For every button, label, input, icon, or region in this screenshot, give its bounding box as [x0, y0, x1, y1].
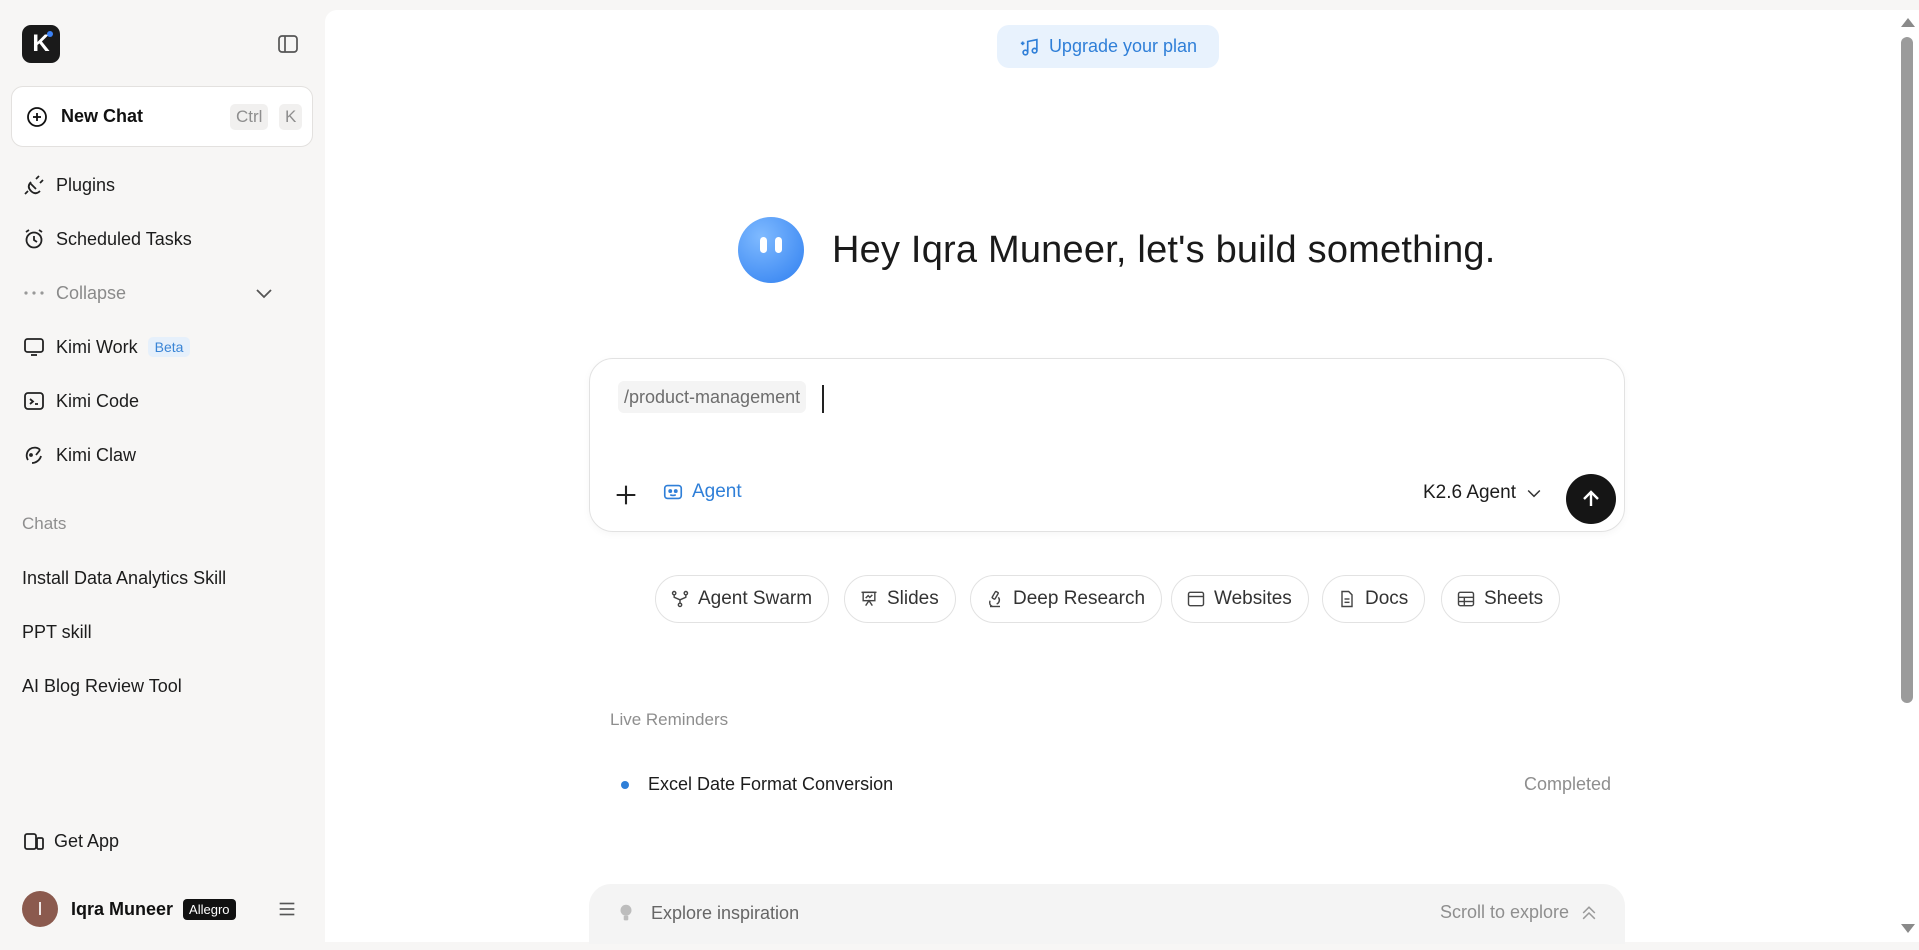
swarm-icon — [671, 590, 689, 608]
scroll-down-arrow-icon[interactable] — [1901, 924, 1915, 933]
music-note-icon — [1020, 38, 1038, 56]
chip-label: Agent Swarm — [698, 588, 813, 609]
reminder-status: Completed — [1523, 774, 1611, 794]
sheets-chip[interactable]: Sheets — [1441, 575, 1561, 623]
more-dots-icon — [24, 291, 44, 295]
explore-label: Explore inspiration — [651, 902, 800, 923]
sidebar-item-label: Collapse — [56, 282, 127, 303]
docs-chip[interactable]: Docs — [1322, 575, 1426, 623]
deep-research-chip[interactable]: Deep Research — [970, 575, 1163, 623]
alarm-clock-icon — [25, 229, 43, 249]
reminder-item[interactable]: Excel Date Format Conversion Completed — [621, 774, 1611, 795]
chip-label: Sheets — [1484, 588, 1544, 609]
mascot-eye — [760, 237, 767, 253]
chevron-down-icon — [256, 289, 272, 299]
robot-icon — [663, 484, 683, 500]
scrollbar-thumb[interactable] — [1901, 37, 1913, 703]
status-dot — [621, 780, 629, 789]
chats-section-label: Chats — [22, 514, 67, 533]
chip-label: Docs — [1365, 588, 1409, 609]
user-profile[interactable]: I Iqra Muneer Allegro — [22, 891, 236, 927]
get-app-link[interactable]: Get App — [22, 829, 119, 853]
browser-icon — [1187, 591, 1205, 607]
greeting-hero: Hey Iqra Muneer, let's build something. — [738, 217, 1496, 283]
plan-badge: Allegro — [183, 898, 236, 920]
chat-history-item[interactable]: PPT skill — [22, 622, 92, 643]
avatar: I — [22, 891, 58, 927]
attach-plus-icon[interactable] — [612, 481, 640, 509]
document-icon — [1341, 590, 1353, 608]
explore-inspiration-panel[interactable]: Explore inspiration Scroll to explore — [589, 884, 1625, 944]
explore-hint: Scroll to explore — [1439, 902, 1569, 922]
sidebar: K New Chat Ctrl K Plugins Scheduled Task… — [0, 0, 324, 950]
shortcut-ctrl-key: Ctrl — [230, 104, 269, 130]
websites-chip[interactable]: Websites — [1171, 575, 1309, 623]
chat-history-item[interactable]: Install Data Analytics Skill — [22, 568, 226, 589]
explore-label-group: Explore inspiration — [615, 902, 799, 924]
plus-circle-icon — [27, 106, 47, 127]
kimi-mascot-icon — [738, 217, 804, 283]
chat-composer[interactable]: /product-management Agent K2.6 Agent — [589, 358, 1625, 532]
agent-swarm-chip[interactable]: Agent Swarm — [655, 575, 830, 623]
logo-dot — [47, 31, 53, 37]
new-chat-button[interactable]: New Chat Ctrl K — [11, 86, 313, 147]
terminal-icon — [24, 392, 44, 410]
upgrade-plan-button[interactable]: Upgrade your plan — [997, 25, 1219, 68]
sidebar-item-kimi-claw[interactable]: Kimi Claw — [22, 439, 136, 471]
agent-mode-button[interactable]: Agent — [662, 481, 742, 503]
plug-icon — [24, 175, 44, 195]
scroll-up-arrow-icon[interactable] — [1901, 18, 1915, 27]
beta-badge: Beta — [147, 337, 191, 357]
sidebar-item-label: Plugins — [56, 174, 116, 195]
table-icon — [1457, 591, 1475, 607]
shortcut-k-key: K — [279, 104, 303, 130]
hamburger-menu-icon[interactable] — [276, 898, 298, 920]
slides-chip[interactable]: Slides — [844, 575, 956, 623]
mobile-device-icon — [24, 833, 44, 850]
claw-icon — [25, 446, 42, 464]
lightbulb-icon — [620, 904, 632, 921]
sidebar-item-label: Kimi Claw — [56, 444, 137, 465]
sidebar-item-kimi-code[interactable]: Kimi Code — [22, 385, 139, 417]
sidebar-item-plugins[interactable]: Plugins — [22, 169, 115, 201]
main-panel: Upgrade your plan Hey Iqra Muneer, let's… — [325, 10, 1894, 944]
double-chevron-up-icon — [1582, 905, 1596, 919]
agent-mode-label: Agent — [692, 481, 742, 502]
chip-label: Websites — [1214, 588, 1292, 609]
sidebar-collapse-toggle[interactable]: Collapse — [22, 277, 276, 309]
arrow-up-icon — [1583, 490, 1599, 506]
scroll-to-explore-hint[interactable]: Scroll to explore — [1440, 902, 1599, 923]
greeting-title: Hey Iqra Muneer, let's build something. — [832, 228, 1496, 271]
slash-command-chip[interactable]: /product-management — [618, 381, 807, 413]
sidebar-item-scheduled-tasks[interactable]: Scheduled Tasks — [22, 223, 192, 255]
upgrade-plan-label: Upgrade your plan — [1048, 36, 1198, 56]
text-caret — [822, 385, 824, 413]
model-label: K2.6 Agent — [1423, 482, 1516, 503]
vertical-scrollbar[interactable] — [1894, 10, 1919, 942]
send-button[interactable] — [1566, 474, 1616, 524]
user-name: Iqra Muneer — [71, 898, 174, 919]
chevron-down-icon — [1527, 489, 1541, 498]
chip-label: Slides — [887, 588, 939, 609]
sidebar-toggle-icon[interactable] — [276, 32, 300, 56]
presentation-icon — [861, 591, 877, 607]
sidebar-item-label: Kimi Work — [56, 336, 138, 357]
reminder-title: Excel Date Format Conversion — [648, 774, 894, 794]
new-chat-label: New Chat — [61, 106, 144, 126]
microscope-icon — [988, 590, 1001, 608]
get-app-label: Get App — [54, 830, 120, 851]
sidebar-item-label: Kimi Code — [56, 390, 140, 411]
sidebar-item-kimi-work[interactable]: Kimi Work Beta — [22, 331, 191, 363]
model-selector[interactable]: K2.6 Agent — [1423, 482, 1544, 504]
live-reminders-heading: Live Reminders — [610, 710, 729, 729]
monitor-icon — [24, 338, 44, 356]
mascot-eye — [775, 237, 782, 253]
kimi-logo[interactable]: K — [22, 25, 60, 63]
chip-label: Deep Research — [1013, 588, 1146, 609]
chat-history-item[interactable]: AI Blog Review Tool — [22, 676, 182, 697]
sidebar-item-label: Scheduled Tasks — [56, 228, 192, 249]
